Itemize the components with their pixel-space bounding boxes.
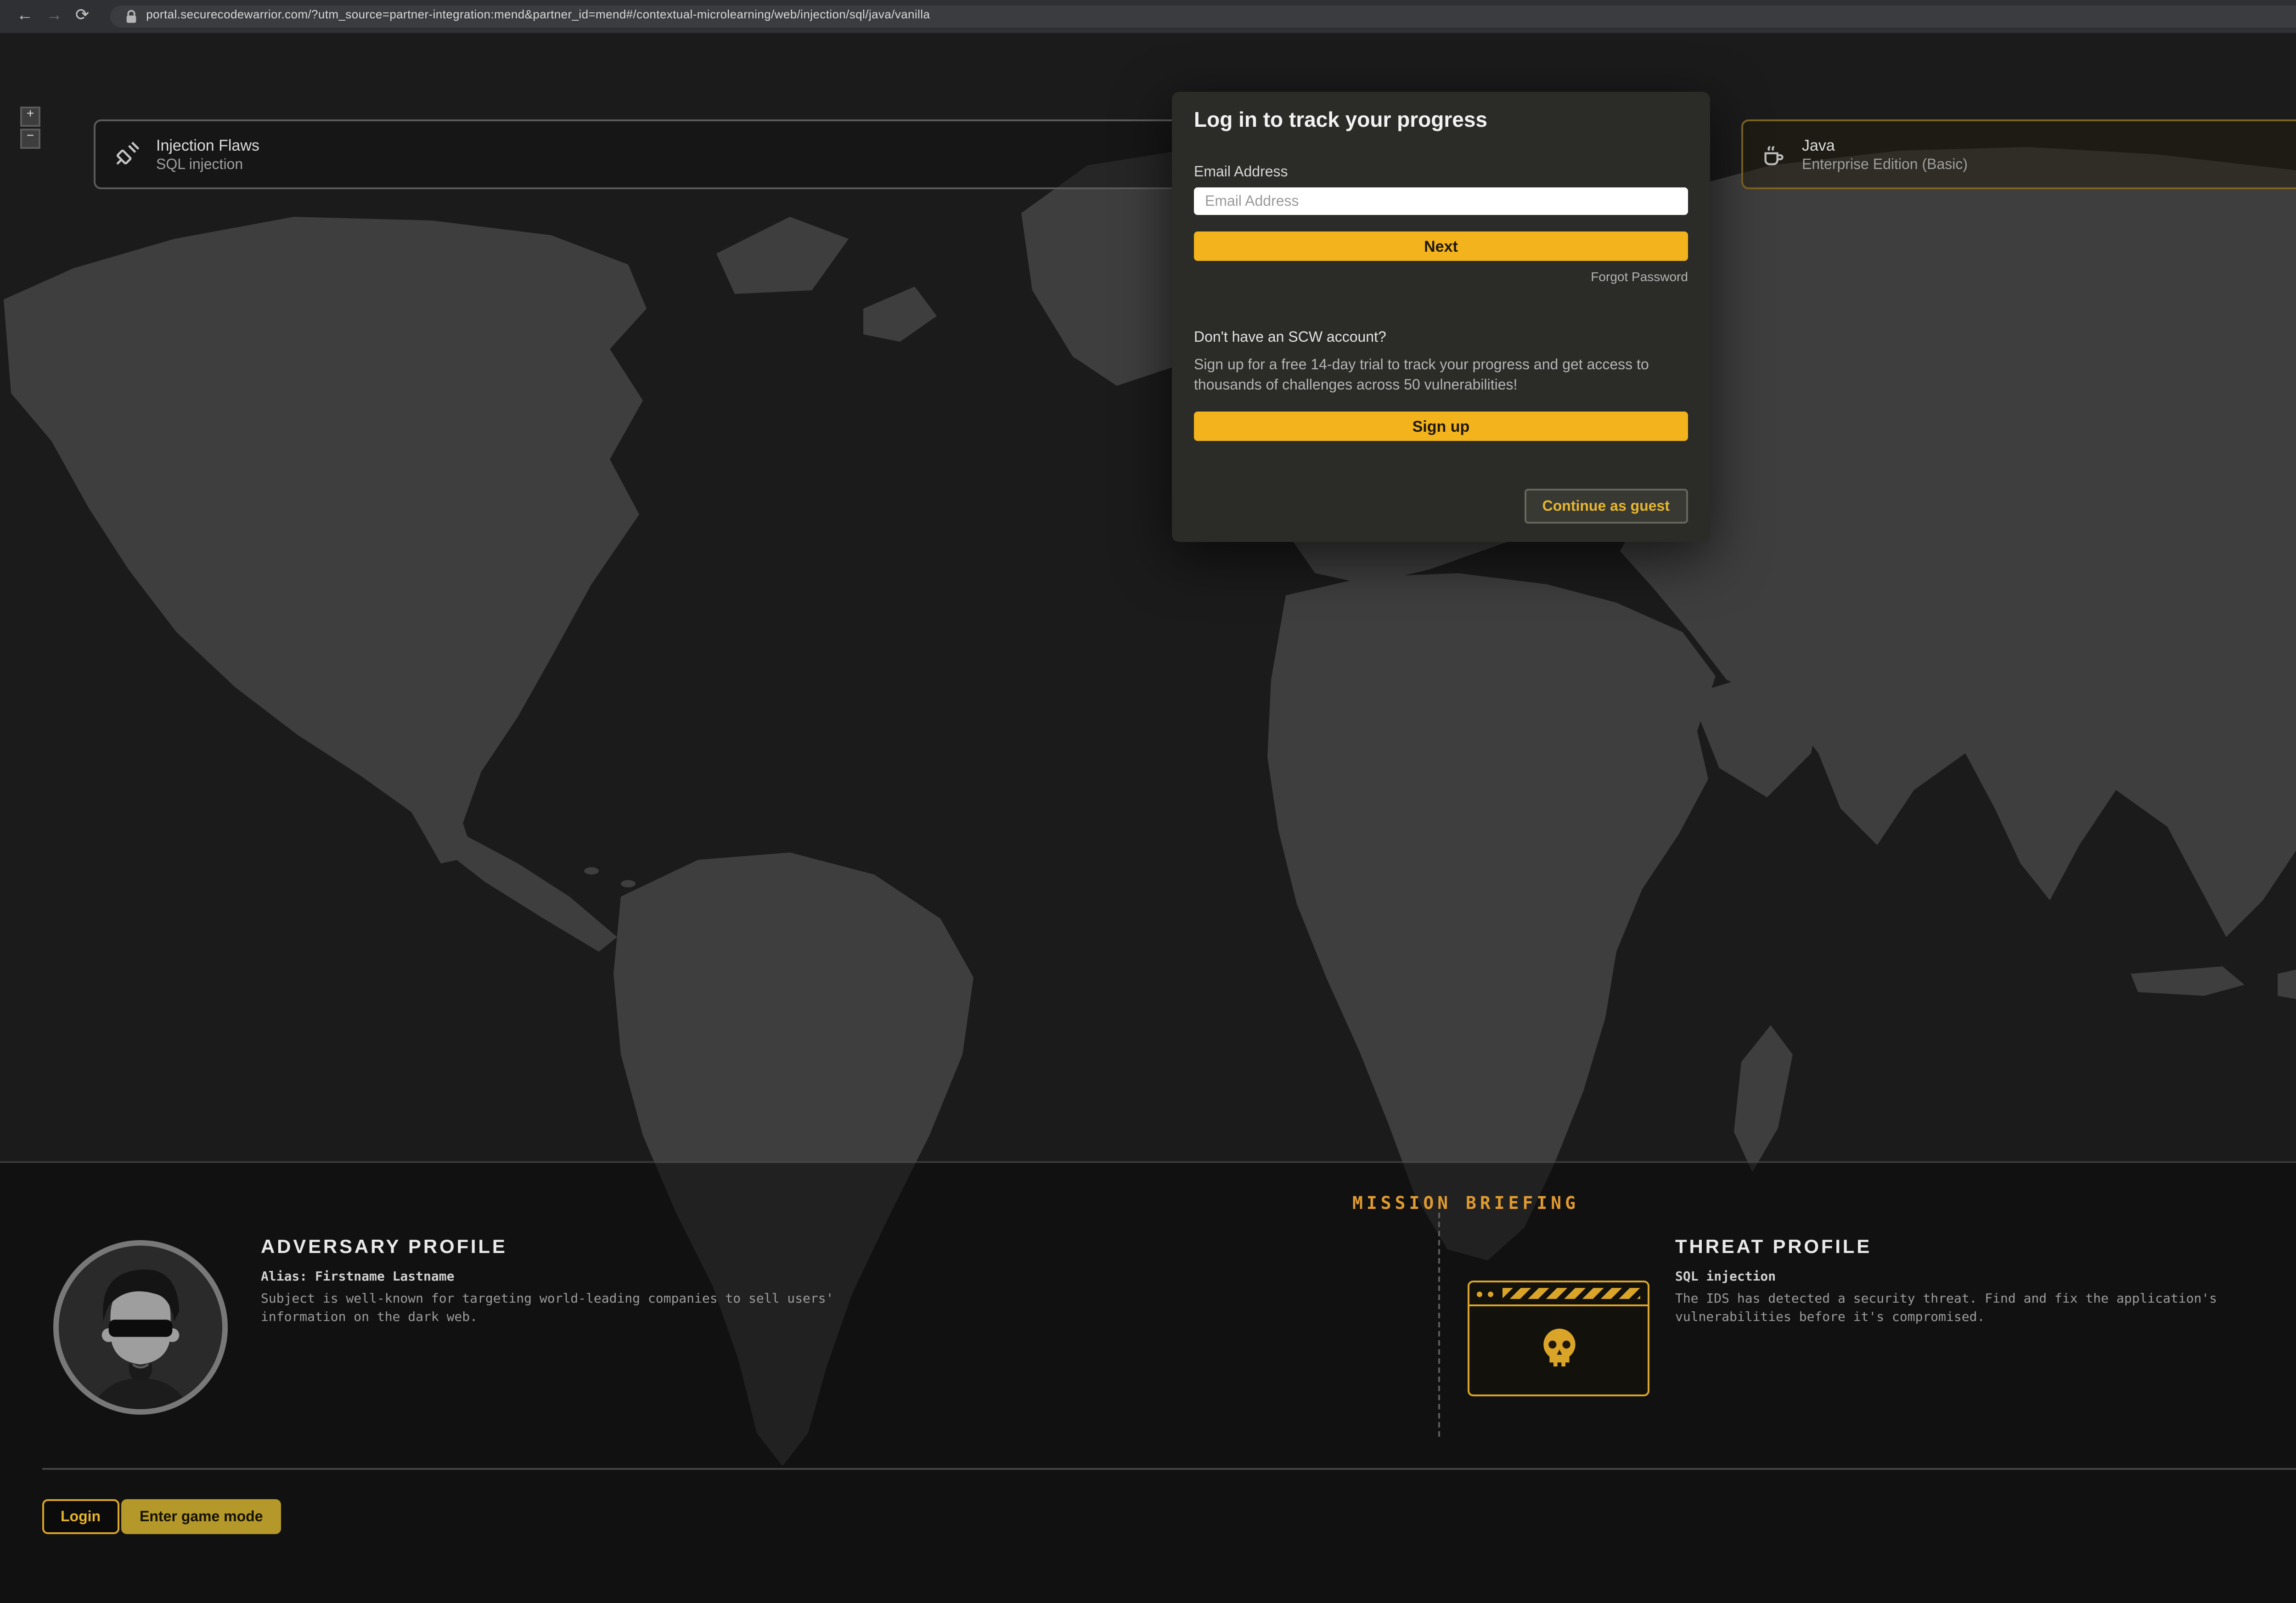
category-title: Injection Flaws	[156, 135, 259, 155]
threat-profile-block: THREAT PROFILE SQL injection The IDS has…	[1675, 1236, 2296, 1327]
reload-icon[interactable]: ⟳	[75, 8, 89, 24]
portal-page: + − Injection Flaws SQL injection	[0, 32, 2296, 1603]
language-subtitle: Enterprise Edition (Basic)	[1802, 155, 1968, 174]
threat-name: SQL injection	[1675, 1269, 2296, 1283]
forward-icon[interactable]: →	[46, 8, 62, 24]
threat-graphic-titlebar	[1469, 1282, 1648, 1306]
map-zoom-in-button[interactable]: +	[20, 106, 40, 126]
email-label: Email Address	[1194, 164, 1688, 180]
threat-profile-heading: THREAT PROFILE	[1675, 1236, 2296, 1258]
map-zoom-controls: + −	[20, 106, 40, 152]
adversary-avatar	[53, 1240, 228, 1415]
forgot-password-link[interactable]: Forgot Password	[1194, 272, 1688, 285]
language-title: Java	[1802, 135, 1968, 155]
java-icon	[1761, 142, 1785, 166]
address-bar[interactable]: portal.securecodewarrior.com/?utm_source…	[109, 5, 2296, 28]
mission-panel-background	[0, 1161, 2296, 1603]
language-labels: Java Enterprise Edition (Basic)	[1802, 135, 1968, 174]
adversary-alias: Alias: Firstname Lastname	[261, 1269, 1032, 1283]
url-text: portal.securecodewarrior.com/?utm_source…	[146, 10, 930, 23]
footer-divider	[42, 1468, 2296, 1470]
hazard-stripe	[1503, 1288, 1640, 1299]
continue-as-guest-button[interactable]: Continue as guest	[1524, 489, 1688, 524]
modal-footer: Continue as guest	[1524, 487, 1688, 520]
window-dot-icon	[1477, 1291, 1482, 1296]
adversary-description: Subject is well-known for targeting worl…	[261, 1289, 922, 1327]
browser-toolbar: ← → ⟳ portal.securecodewarrior.com/?utm_…	[0, 0, 2296, 32]
sign-up-button[interactable]: Sign up	[1194, 412, 1688, 442]
login-modal: Log in to track your progress Email Addr…	[1172, 92, 1710, 542]
threat-browser-graphic	[1468, 1281, 1649, 1396]
map-zoom-out-button[interactable]: −	[20, 129, 40, 149]
category-subtitle: SQL injection	[156, 155, 259, 174]
email-field[interactable]	[1194, 187, 1688, 215]
enter-game-mode-button[interactable]: Enter game mode	[121, 1499, 281, 1534]
adversary-profile-block: ADVERSARY PROFILE Alias: Firstname Lastn…	[261, 1236, 1032, 1327]
login-button[interactable]: Login	[42, 1499, 119, 1534]
mission-briefing-title: MISSION BRIEFING	[0, 1193, 2296, 1214]
signup-prompt: Don't have an SCW account?	[1194, 329, 1688, 345]
modal-title: Log in to track your progress	[1194, 110, 1688, 132]
signup-description: Sign up for a free 14-day trial to track…	[1194, 355, 1688, 396]
screen: ← → ⟳ portal.securecodewarrior.com/?utm_…	[0, 0, 2296, 1603]
mission-divider	[1438, 1212, 1440, 1436]
lock-icon	[124, 9, 137, 23]
next-button[interactable]: Next	[1194, 231, 1688, 261]
threat-graphic-body	[1469, 1306, 1648, 1391]
skull-icon	[1535, 1325, 1582, 1372]
adversary-profile-heading: ADVERSARY PROFILE	[261, 1236, 1032, 1258]
back-icon[interactable]: ←	[17, 8, 33, 24]
window-dot-icon	[1487, 1291, 1492, 1296]
threat-description: The IDS has detected a security threat. …	[1675, 1289, 2296, 1327]
injection-syringe-icon	[114, 141, 140, 167]
category-labels: Injection Flaws SQL injection	[156, 135, 259, 174]
language-selector[interactable]: Java Enterprise Edition (Basic) REMEMBER…	[1741, 119, 2296, 189]
